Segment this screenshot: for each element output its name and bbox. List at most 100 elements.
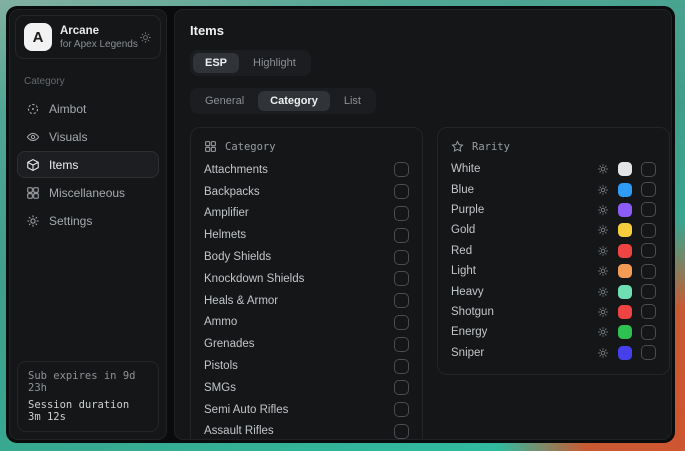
gear-icon[interactable] <box>597 347 609 359</box>
gear-icon[interactable] <box>597 265 609 277</box>
gear-icon[interactable] <box>597 286 609 298</box>
checkbox[interactable] <box>641 325 656 340</box>
mode-tab[interactable]: Highlight <box>241 53 308 73</box>
view-tab[interactable]: List <box>332 91 373 111</box>
sidebar-item[interactable]: Visuals <box>17 123 159 150</box>
rarity-row: Light <box>451 261 656 281</box>
eye-icon <box>26 130 40 144</box>
category-row-label: Assault Rifles <box>204 425 394 437</box>
rarity-row-label: Heavy <box>451 286 597 298</box>
category-grid-icon <box>204 140 217 153</box>
sidebar-item[interactable]: Aimbot <box>17 95 159 122</box>
category-row-label: Backpacks <box>204 186 394 198</box>
session-duration-text: Session duration 3m 12s <box>28 399 148 423</box>
view-tabs: General Category List <box>190 88 376 114</box>
category-row: SMGs <box>204 377 409 399</box>
sidebar-item[interactable]: Settings <box>17 207 159 234</box>
checkbox[interactable] <box>394 315 409 330</box>
gear-icon[interactable] <box>597 163 609 175</box>
gear-icon[interactable] <box>597 306 609 318</box>
color-swatch[interactable] <box>618 305 632 319</box>
category-row-label: Body Shields <box>204 251 394 263</box>
rarity-row-label: White <box>451 163 597 175</box>
checkbox[interactable] <box>641 162 656 177</box>
gear-icon[interactable] <box>139 31 152 44</box>
color-swatch[interactable] <box>618 203 632 217</box>
checkbox[interactable] <box>641 264 656 279</box>
color-swatch[interactable] <box>618 264 632 278</box>
page-title: Items <box>190 23 656 38</box>
checkbox[interactable] <box>394 271 409 286</box>
color-swatch[interactable] <box>618 346 632 360</box>
checkbox[interactable] <box>394 228 409 243</box>
sidebar-item-label: Miscellaneous <box>49 186 125 200</box>
category-row-label: Heals & Armor <box>204 295 394 307</box>
checkbox[interactable] <box>394 206 409 221</box>
sidebar-item-label: Settings <box>49 214 92 228</box>
category-row: Amplifier <box>204 203 409 225</box>
app-window: A Arcane for Apex Legends Category Aimbo… <box>6 6 675 443</box>
checkbox[interactable] <box>394 402 409 417</box>
checkbox[interactable] <box>641 202 656 217</box>
checkbox[interactable] <box>641 284 656 299</box>
category-row: Semi Auto Rifles <box>204 399 409 421</box>
checkbox[interactable] <box>394 162 409 177</box>
category-row: Pistols <box>204 355 409 377</box>
category-row: Ammo <box>204 312 409 334</box>
view-tab[interactable]: General <box>193 91 256 111</box>
checkbox[interactable] <box>394 293 409 308</box>
checkbox[interactable] <box>641 304 656 319</box>
rarity-row-label: Light <box>451 265 597 277</box>
sidebar-item-label: Aimbot <box>49 102 86 116</box>
rarity-row: White <box>451 159 656 179</box>
star-icon <box>451 140 464 153</box>
checkbox[interactable] <box>394 184 409 199</box>
checkbox[interactable] <box>641 345 656 360</box>
sidebar-item-label: Items <box>49 158 78 172</box>
rarity-row-label: Red <box>451 245 597 257</box>
color-swatch[interactable] <box>618 285 632 299</box>
mode-tabs: ESP Highlight <box>190 50 311 76</box>
rarity-panel: Rarity White <box>437 127 670 375</box>
app-subtitle: for Apex Legends <box>60 39 131 50</box>
category-row: Assault Rifles <box>204 421 409 440</box>
checkbox[interactable] <box>394 359 409 374</box>
category-row: Backpacks <box>204 181 409 203</box>
category-row-label: SMGs <box>204 382 394 394</box>
checkbox[interactable] <box>641 223 656 238</box>
color-swatch[interactable] <box>618 244 632 258</box>
mode-tab[interactable]: ESP <box>193 53 239 73</box>
category-row-label: Knockdown Shields <box>204 273 394 285</box>
gear-icon[interactable] <box>597 245 609 257</box>
grid-icon <box>26 186 40 200</box>
rarity-row: Purple <box>451 200 656 220</box>
color-swatch[interactable] <box>618 223 632 237</box>
view-tab[interactable]: Category <box>258 91 330 111</box>
brand-text: Arcane for Apex Legends <box>60 25 131 50</box>
rarity-panel-title: Rarity <box>472 141 510 153</box>
checkbox[interactable] <box>394 250 409 265</box>
gear-icon[interactable] <box>597 184 609 196</box>
rarity-row: Heavy <box>451 281 656 301</box>
checkbox[interactable] <box>394 424 409 439</box>
color-swatch[interactable] <box>618 162 632 176</box>
color-swatch[interactable] <box>618 325 632 339</box>
sidebar-item[interactable]: Miscellaneous <box>17 179 159 206</box>
category-panel-header: Category <box>204 137 409 159</box>
checkbox[interactable] <box>641 243 656 258</box>
gear-icon[interactable] <box>597 204 609 216</box>
checkbox[interactable] <box>394 380 409 395</box>
rarity-row-label: Gold <box>451 224 597 236</box>
gear-icon[interactable] <box>597 224 609 236</box>
category-row: Grenades <box>204 333 409 355</box>
color-swatch[interactable] <box>618 183 632 197</box>
gear-icon[interactable] <box>597 326 609 338</box>
checkbox[interactable] <box>394 337 409 352</box>
checkbox[interactable] <box>641 182 656 197</box>
rarity-row: Shotgun <box>451 302 656 322</box>
sidebar-item[interactable]: Items <box>17 151 159 178</box>
sidebar-section-label: Category <box>24 76 152 87</box>
category-panel: Category Attachments Backpacks <box>190 127 423 440</box>
rarity-row: Red <box>451 241 656 261</box>
crosshair-icon <box>26 102 40 116</box>
